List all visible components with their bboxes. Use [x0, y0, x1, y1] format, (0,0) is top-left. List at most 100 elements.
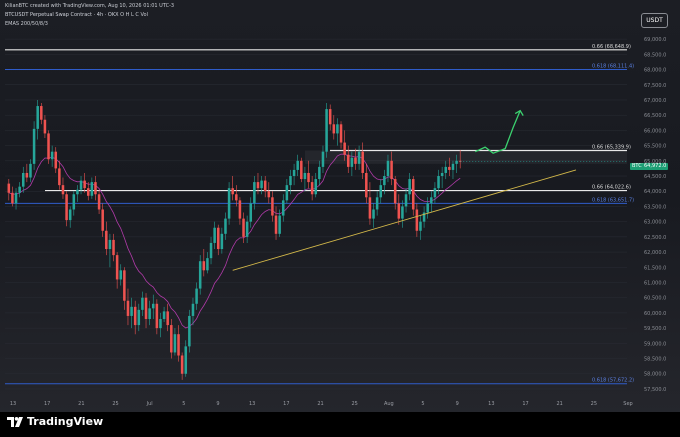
candle-body — [310, 182, 314, 195]
ema-legend[interactable]: EMAS 200/50/8/3 — [5, 21, 48, 27]
candle-body — [318, 166, 321, 180]
price-axis-tick: 63,000.0 — [644, 220, 666, 226]
current-price-value: 64,972.0 — [642, 163, 669, 170]
ema-label: EMAS 200/50/8/3 — [5, 21, 48, 27]
candle-body — [11, 192, 14, 204]
time-axis-tick: Jul — [146, 401, 153, 407]
candle-body — [32, 128, 36, 164]
ema-line — [8, 153, 461, 329]
candle-body — [94, 182, 97, 195]
price-axis-tick: 62,000.0 — [644, 250, 666, 256]
ohlc-close-label: C — [135, 12, 139, 18]
candle-body — [419, 221, 422, 231]
candle-body — [54, 151, 58, 169]
price-axis-tick: 61,000.0 — [644, 280, 666, 286]
candle-body — [105, 230, 108, 250]
time-axis-tick: 13 — [10, 401, 16, 407]
time-axis-tick: 9 — [456, 401, 459, 407]
candle-body — [25, 172, 29, 178]
candle-body — [101, 209, 104, 231]
time-axis-tick: 5 — [421, 401, 424, 407]
candle-body — [455, 160, 458, 164]
candle-body — [332, 124, 336, 134]
candle-body — [14, 192, 18, 204]
symbol-legend: BTCUSDT Perpetual Swap Contract · 4h · O… — [5, 12, 148, 18]
candle-body — [235, 194, 238, 201]
tradingview-brand[interactable]: TradingView — [27, 415, 103, 428]
symbol-name[interactable]: BTCUSDT Perpetual Swap Contract · 4h · O… — [5, 12, 119, 18]
fib-level-label: 0.618 (68,111.4) — [592, 64, 634, 70]
candle-body — [108, 239, 112, 250]
candle-body — [36, 106, 39, 129]
candle-body — [451, 163, 455, 170]
candle-body — [285, 185, 289, 201]
resistance-zone — [305, 150, 627, 164]
candle-body — [137, 309, 141, 326]
candle-body — [238, 200, 242, 219]
candle-body — [307, 172, 310, 183]
candle-body — [300, 160, 303, 180]
candle-body — [133, 306, 137, 326]
time-axis-tick: 5 — [182, 401, 185, 407]
candle-body — [346, 154, 350, 167]
candle-body — [119, 270, 123, 280]
time-axis-tick: 25 — [351, 401, 357, 407]
candle-body — [281, 200, 285, 216]
time-axis-tick: 21 — [556, 401, 562, 407]
price-axis-tick: 67,000.0 — [644, 98, 666, 104]
price-axis-tick: 63,500.0 — [644, 204, 666, 210]
price-axis-tick: 59,500.0 — [644, 326, 666, 332]
price-axis-tick: 58,000.0 — [644, 372, 666, 378]
candle-body — [368, 197, 372, 219]
price-axis-tick: 68,000.0 — [644, 68, 666, 74]
price-chart[interactable]: 0.66 (68,648.9) 0.618 (68,111.4) 0.66 (65,… — [0, 0, 680, 412]
candle-body — [148, 308, 151, 319]
candle-body — [383, 176, 386, 186]
time-axis-tick: 13 — [249, 401, 255, 407]
candle-body — [361, 151, 364, 173]
candle-body — [303, 172, 307, 180]
candle-body — [115, 255, 119, 280]
fib-level-label: 0.66 (64,022.6) — [592, 185, 631, 191]
candle-body — [289, 176, 292, 186]
price-axis-tick: 68,500.0 — [644, 52, 666, 58]
candle-body — [328, 109, 332, 125]
tradingview-logo-icon — [7, 417, 23, 427]
time-axis-tick: Sep — [623, 401, 632, 407]
candle-body — [209, 242, 213, 259]
candle-body — [393, 179, 397, 204]
candle-body — [321, 151, 325, 167]
candle-body — [90, 182, 94, 196]
candle-body — [180, 355, 184, 374]
candle-body — [325, 109, 328, 152]
candle-body — [191, 303, 195, 316]
currency-button[interactable]: USDT — [641, 13, 668, 28]
candle-body — [292, 169, 296, 177]
candle-body — [47, 133, 50, 160]
ohlc-open-label: O — [120, 12, 125, 18]
candle-body — [68, 209, 72, 221]
candle-body — [263, 180, 267, 192]
candle-body — [50, 151, 54, 160]
candle-body — [411, 179, 415, 210]
candle-body — [216, 227, 220, 250]
time-axis-tick: 21 — [317, 401, 323, 407]
candle-body — [260, 180, 263, 189]
price-axis-tick: 61,500.0 — [644, 265, 666, 271]
candle-body — [83, 180, 86, 189]
candle-body — [18, 186, 21, 193]
price-axis-tick: 57,500.0 — [644, 387, 666, 393]
candle-body — [213, 227, 216, 243]
candle-body — [65, 194, 68, 221]
price-axis-tick: 67,500.0 — [644, 83, 666, 89]
candle-body — [177, 334, 180, 356]
candle-body — [249, 203, 253, 222]
candle-body — [141, 297, 144, 310]
time-axis-tick: 17 — [44, 401, 50, 407]
candle-body — [206, 258, 209, 271]
price-axis-tick: 60,500.0 — [644, 296, 666, 302]
candle-body — [375, 197, 379, 210]
fib-level-label: 0.618 (57,672.2) — [592, 378, 634, 384]
candle-body — [343, 142, 346, 155]
candle-body — [433, 188, 437, 198]
